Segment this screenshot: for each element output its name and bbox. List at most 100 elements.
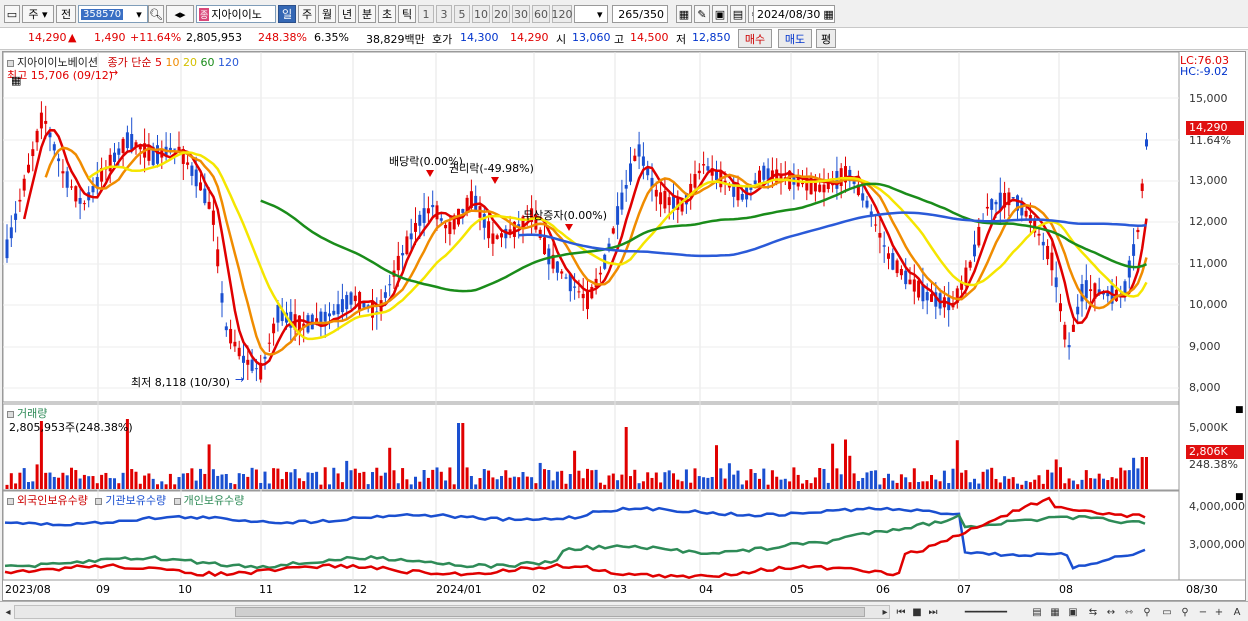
- tool-icon[interactable]: ⇿: [1122, 605, 1136, 619]
- volume-bar: [960, 472, 964, 489]
- tool-icon[interactable]: ↔: [1104, 605, 1118, 619]
- pane-toggle-icon[interactable]: [7, 410, 14, 418]
- minute-5[interactable]: 5: [454, 5, 470, 23]
- volume-bar: [839, 474, 843, 489]
- speaker-icon[interactable]: ◂▸: [166, 5, 194, 23]
- volume-bar: [792, 467, 796, 489]
- volume-bar: [383, 472, 387, 489]
- pane-close-icon[interactable]: ■: [1235, 405, 1244, 415]
- minute-3[interactable]: 3: [436, 5, 452, 23]
- tool-icon[interactable]: ⚲: [1140, 605, 1154, 619]
- volume-bar: [899, 474, 903, 489]
- pane-toggle-icon[interactable]: [7, 497, 14, 505]
- candle-body: [254, 368, 258, 370]
- period-tick[interactable]: 틱: [398, 5, 416, 23]
- zoom-in-icon[interactable]: +: [1212, 605, 1226, 619]
- period-second[interactable]: 초: [378, 5, 396, 23]
- volume-bar: [762, 468, 766, 489]
- minute-120[interactable]: 120: [552, 5, 573, 23]
- pane-close-icon[interactable]: ■: [1235, 492, 1244, 502]
- minute-30[interactable]: 30: [512, 5, 530, 23]
- zoom-out-icon[interactable]: −: [1196, 605, 1210, 619]
- volume-bar: [856, 481, 860, 489]
- candle-body: [697, 170, 701, 174]
- volume-bar: [710, 476, 714, 489]
- volume-bar: [22, 468, 26, 489]
- volume-bar: [414, 476, 417, 489]
- avg-button[interactable]: 평: [816, 29, 836, 48]
- candle-body: [560, 271, 564, 274]
- sell-button[interactable]: 매도: [778, 29, 812, 48]
- scroll-thumb[interactable]: [235, 607, 865, 617]
- stock-name-box[interactable]: 종 지아이이노: [196, 5, 276, 23]
- chart-area[interactable]: 지아이이노베이션 종가 단순 5 10 20 60 120 최고 15,706 …: [2, 51, 1246, 601]
- buy-button[interactable]: 매수: [738, 29, 772, 48]
- candle-body: [250, 359, 254, 371]
- interval-select[interactable]: ▾: [574, 5, 608, 23]
- period-minute[interactable]: 분: [358, 5, 376, 23]
- volume-bar: [590, 470, 594, 489]
- volume-bar: [805, 480, 809, 489]
- volume-bar: [27, 482, 30, 489]
- zoom-slider[interactable]: ━━━━━━━: [946, 605, 1026, 619]
- chevron-down-icon[interactable]: ▾: [132, 5, 146, 23]
- period-day[interactable]: 일: [278, 5, 296, 23]
- prev-button[interactable]: 전: [56, 5, 76, 23]
- horizontal-scrollbar[interactable]: [14, 605, 890, 619]
- xtick-07: 07: [957, 583, 971, 596]
- chart-canvas[interactable]: [3, 52, 1245, 600]
- zoom-search-icon[interactable]: ⚲: [1178, 605, 1192, 619]
- tool-icon[interactable]: ▭: [1160, 605, 1174, 619]
- tool-icon[interactable]: ⇆: [1086, 605, 1100, 619]
- minute-60[interactable]: 60: [532, 5, 550, 23]
- count-input[interactable]: 265/350: [612, 5, 668, 23]
- volume-bar: [272, 468, 276, 489]
- grid-icon[interactable]: ▦: [676, 5, 692, 23]
- candle-body: [203, 188, 207, 204]
- last-icon[interactable]: ⏭: [926, 605, 940, 619]
- volume-bar: [168, 473, 172, 489]
- minute-10[interactable]: 10: [472, 5, 490, 23]
- layout-icon[interactable]: ▭: [4, 5, 20, 23]
- draw-icon[interactable]: ✎: [694, 5, 710, 23]
- volume-bar: [1011, 477, 1015, 489]
- volume-bar: [1003, 476, 1007, 489]
- volume-bar: [1046, 469, 1050, 489]
- period-week[interactable]: 주: [298, 5, 316, 23]
- volume-bar: [749, 469, 753, 489]
- minute-20[interactable]: 20: [492, 5, 510, 23]
- scroll-right-icon[interactable]: ▸: [878, 605, 892, 619]
- volume-bar: [1059, 467, 1062, 489]
- date-input[interactable]: 2024/08/30 ▦: [753, 5, 835, 23]
- calendar-icon[interactable]: ▦: [823, 8, 833, 21]
- period-select[interactable]: 주 ▾: [22, 5, 54, 23]
- minute-1[interactable]: 1: [418, 5, 434, 23]
- pane-toggle-icon[interactable]: [7, 59, 14, 67]
- calendar-icon[interactable]: ▦: [11, 74, 21, 87]
- xtick-05: 05: [790, 583, 804, 596]
- scroll-left-icon[interactable]: ◂: [1, 605, 15, 619]
- period-year[interactable]: 년: [338, 5, 356, 23]
- ytick-9000: 9,000: [1189, 340, 1221, 353]
- pane-toggle-icon[interactable]: [173, 497, 181, 505]
- save-icon[interactable]: ▣: [712, 5, 728, 23]
- candle-body: [891, 253, 895, 270]
- volume-bar: [736, 470, 740, 489]
- pane-toggle-icon[interactable]: [95, 497, 103, 505]
- period-month[interactable]: 월: [318, 5, 336, 23]
- search-icon[interactable]: 🔍︎: [148, 5, 164, 23]
- first-icon[interactable]: ⏮: [894, 605, 908, 619]
- xtick-end: 08/30: [1186, 583, 1218, 596]
- tool-icon[interactable]: ▣: [1066, 605, 1080, 619]
- volume-bar: [237, 473, 241, 489]
- volume-bar: [280, 479, 284, 489]
- period-select-label: 주: [28, 8, 39, 21]
- tool-icon[interactable]: ▦: [1048, 605, 1062, 619]
- stop-icon[interactable]: ■: [910, 605, 924, 619]
- font-size-icon[interactable]: A: [1230, 605, 1244, 619]
- tool-icon[interactable]: ▤: [1030, 605, 1044, 619]
- volume-bar: [1024, 480, 1028, 489]
- volume-bar: [409, 484, 413, 489]
- candle-body: [555, 261, 559, 273]
- lock-icon[interactable]: ▤: [730, 5, 746, 23]
